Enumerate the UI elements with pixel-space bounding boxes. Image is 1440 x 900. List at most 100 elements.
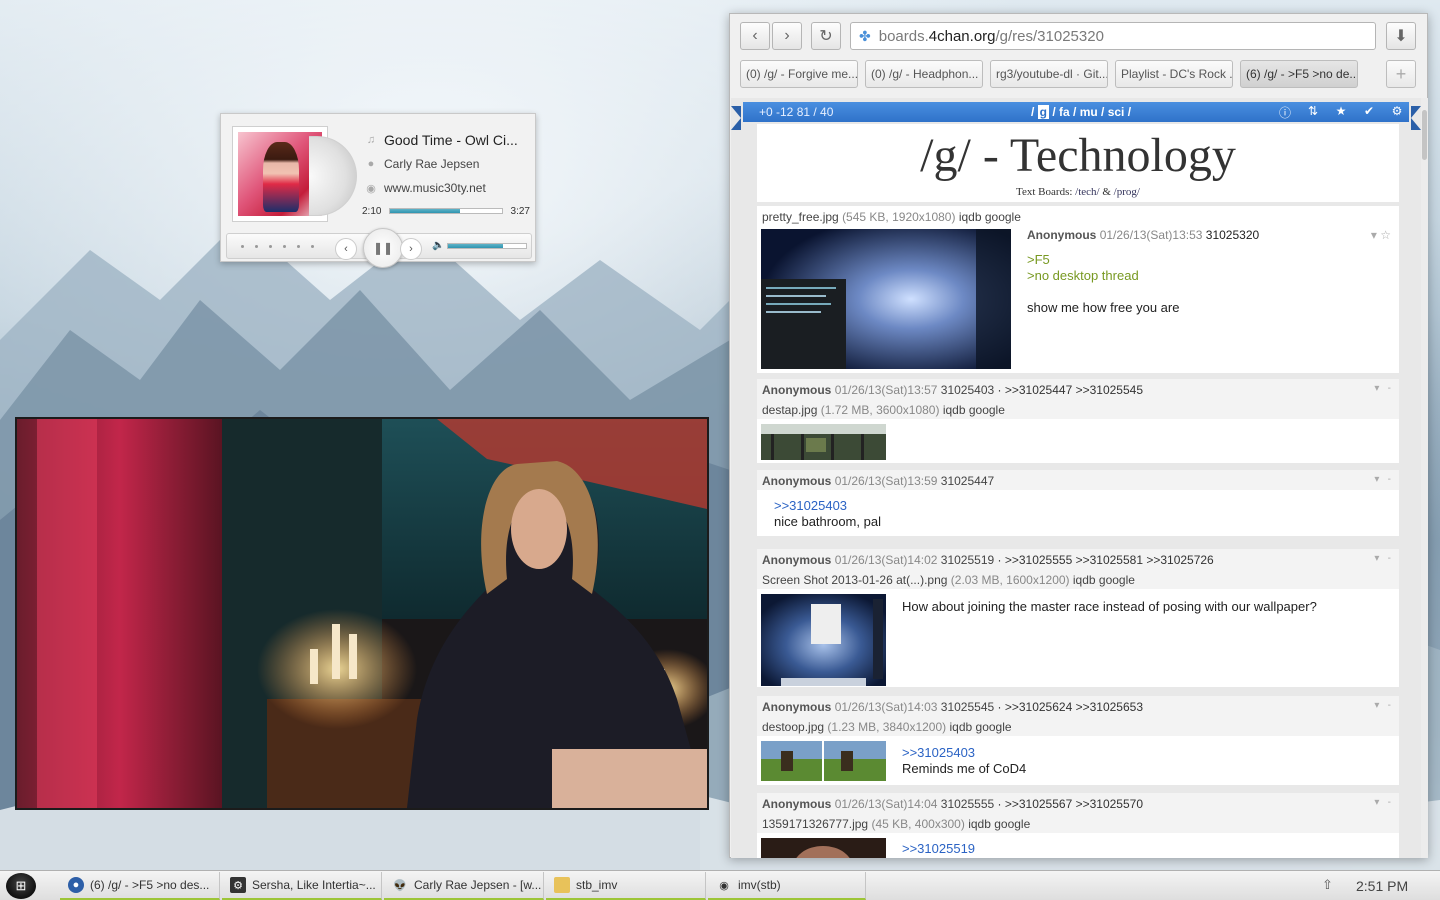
image-search-links[interactable]: iqdb google (1073, 573, 1135, 587)
tab[interactable]: Playlist - DC's Rock ... (1115, 60, 1233, 88)
star-icon[interactable]: ★ (1333, 104, 1349, 120)
site-url: www.music30ty.net (384, 181, 486, 195)
backlinks[interactable]: >>31025555 >>31025581 >>31025726 (1005, 553, 1214, 567)
image-search-links[interactable]: iqdb google (950, 720, 1012, 734)
op-filename[interactable]: pretty_free.jpg (762, 210, 839, 224)
post-thumbnail[interactable] (761, 594, 886, 686)
rating-dots[interactable] (241, 245, 314, 248)
amp: & (1102, 186, 1111, 198)
tech-link[interactable]: /tech/ (1075, 186, 1099, 198)
op-body: >F5 >no desktop thread show me how free … (1027, 252, 1179, 316)
op-fileinfo: pretty_free.jpg (545 KB, 1920x1080) iqdb… (757, 206, 1399, 226)
board-link-g[interactable]: g (1037, 105, 1050, 119)
post-body: How about joining the master race instea… (902, 599, 1317, 615)
filename[interactable]: 1359171326777.jpg (762, 817, 868, 831)
post-thumbnail[interactable] (761, 741, 886, 781)
info-icon[interactable]: ⓘ (1277, 104, 1293, 120)
cd-disc-graphic (309, 136, 357, 216)
backlinks[interactable]: >>31025447 >>31025545 (1005, 383, 1143, 397)
tab[interactable]: (0) /g/ - Headphon... (865, 60, 983, 88)
op-links[interactable]: iqdb google (959, 210, 1021, 224)
post-menu-icon[interactable]: ▾ - (1374, 383, 1391, 394)
filename[interactable]: destap.jpg (762, 403, 817, 417)
post-menu-icon[interactable]: ▾ - (1374, 797, 1391, 808)
taskbar: ⊞ ● (6) /g/ - >F5 >no des... ⚙ Sersha, L… (0, 870, 1440, 900)
post-text: How about joining the master race instea… (902, 599, 1317, 614)
back-button[interactable]: ‹ (740, 22, 770, 50)
person-icon: ● (367, 158, 375, 170)
taskbar-item-player[interactable]: 👽 Carly Rae Jepsen - [w... (384, 872, 544, 900)
post-menu-icon[interactable]: ▾ - (1374, 553, 1391, 564)
sort-icon[interactable]: ⇅ (1305, 104, 1321, 120)
taskbar-item-browser[interactable]: ● (6) /g/ - >F5 >no des... (60, 872, 220, 900)
start-button[interactable]: ⊞ (6, 873, 36, 899)
taskbar-item-steam[interactable]: ⚙ Sersha, Like Intertia~... (222, 872, 382, 900)
reload-button[interactable]: ↻ (811, 22, 841, 50)
gear-icon[interactable]: ⚙ (1389, 104, 1405, 120)
filename[interactable]: destoop.jpg (762, 720, 824, 734)
op-controls[interactable]: ▾ ☆ (1371, 228, 1391, 242)
backlinks[interactable]: >>31025567 >>31025570 (1005, 797, 1143, 811)
taskbar-item-imv[interactable]: ◉ imv(stb) (708, 872, 866, 900)
post-menu-icon[interactable]: ▾ - (1374, 700, 1391, 711)
chrome-icon: ● (68, 877, 84, 893)
tab[interactable]: (0) /g/ - Forgive me... (740, 60, 858, 88)
quote-link[interactable]: >>31025403 (774, 498, 881, 514)
taskbar-item-label: Sersha, Like Intertia~... (252, 878, 376, 892)
reply-post: Anonymous 01/26/13(Sat)14:03 31025545 · … (757, 696, 1399, 785)
backlinks[interactable]: >>31025624 >>31025653 (1005, 700, 1143, 714)
image-search-links[interactable]: iqdb google (943, 403, 1005, 417)
download-button[interactable]: ⬇ (1386, 22, 1416, 50)
post-number[interactable]: 31025555 (941, 797, 994, 811)
player-controls: ‹ ❚❚ › 🔈 (226, 228, 532, 268)
quote-link[interactable]: >>31025403 (902, 745, 1026, 761)
seek-bar-fill (390, 209, 461, 213)
reply-post: Anonymous 01/26/13(Sat)13:59 31025447 ▾ … (757, 470, 1399, 536)
greentext-line: >no desktop thread (1027, 268, 1139, 283)
tab-active[interactable]: (6) /g/ - >F5 >no de... (1240, 60, 1358, 88)
post-number[interactable]: 31025545 (941, 700, 994, 714)
post-number[interactable]: 31025320 (1206, 228, 1259, 242)
address-bar[interactable]: ✤ boards. 4chan.org/g/res/31025320 (850, 22, 1376, 50)
url-prefix: boards. (878, 27, 929, 45)
next-button[interactable]: › (400, 238, 422, 260)
board-links[interactable]: / fa / mu / sci / (1049, 105, 1131, 119)
post-thumbnail[interactable] (761, 838, 886, 858)
prog-link[interactable]: /prog/ (1114, 186, 1140, 198)
forward-button[interactable]: › (772, 22, 802, 50)
post-body: >>31025519 (902, 841, 975, 857)
pause-button[interactable]: ❚❚ (363, 228, 403, 268)
taskbar-item-label: (6) /g/ - >F5 >no des... (90, 878, 210, 892)
post-number[interactable]: 31025519 (941, 553, 994, 567)
taskbar-item-folder[interactable]: stb_imv (546, 872, 706, 900)
filename[interactable]: Screen Shot 2013-01-26 at(...).png (762, 573, 947, 587)
taskbar-item-label: imv(stb) (738, 878, 781, 892)
tab[interactable]: rg3/youtube-dl · Git... (990, 60, 1108, 88)
post-thumbnail[interactable] (761, 424, 886, 460)
volume-slider[interactable] (447, 243, 527, 249)
post-menu-icon[interactable]: ▾ - (1374, 474, 1391, 485)
seek-bar[interactable] (389, 208, 503, 214)
previous-button[interactable]: ‹ (335, 238, 357, 260)
tray-expand-icon[interactable]: ⇧ (1322, 877, 1333, 893)
board-title: /g/ - Technology (920, 129, 1236, 182)
board-nav-ribbon: +0 -12 81 / 40 / g / fa / mu / sci / ⓘ ⇅… (731, 102, 1421, 130)
image-search-links[interactable]: iqdb google (968, 817, 1030, 831)
taskbar-item-label: Carly Rae Jepsen - [w... (414, 878, 542, 892)
post-date: 01/26/13(Sat)13:57 (834, 383, 938, 397)
post-number[interactable]: 31025447 (941, 474, 994, 488)
post-fileinfo: destap.jpg (1.72 MB, 3600x1080) iqdb goo… (757, 399, 1399, 419)
folder-icon (554, 877, 570, 893)
clock[interactable]: 2:51 PM (1356, 878, 1408, 894)
post-header: Anonymous 01/26/13(Sat)13:59 31025447 ▾ … (757, 470, 1399, 490)
quote-link[interactable]: >>31025519 (902, 841, 975, 857)
post-number[interactable]: 31025403 (941, 383, 994, 397)
page-scrollbar[interactable] (1421, 98, 1428, 858)
image-viewer-window[interactable] (15, 417, 709, 810)
new-tab-button[interactable]: + (1386, 60, 1416, 88)
op-thumbnail[interactable] (761, 229, 1011, 369)
filemeta: (45 KB, 400x300) (871, 817, 965, 831)
post-date: 01/26/13(Sat)13:53 (1099, 228, 1203, 242)
check-icon[interactable]: ✔ (1361, 104, 1377, 120)
scrollbar-thumb[interactable] (1422, 110, 1427, 160)
